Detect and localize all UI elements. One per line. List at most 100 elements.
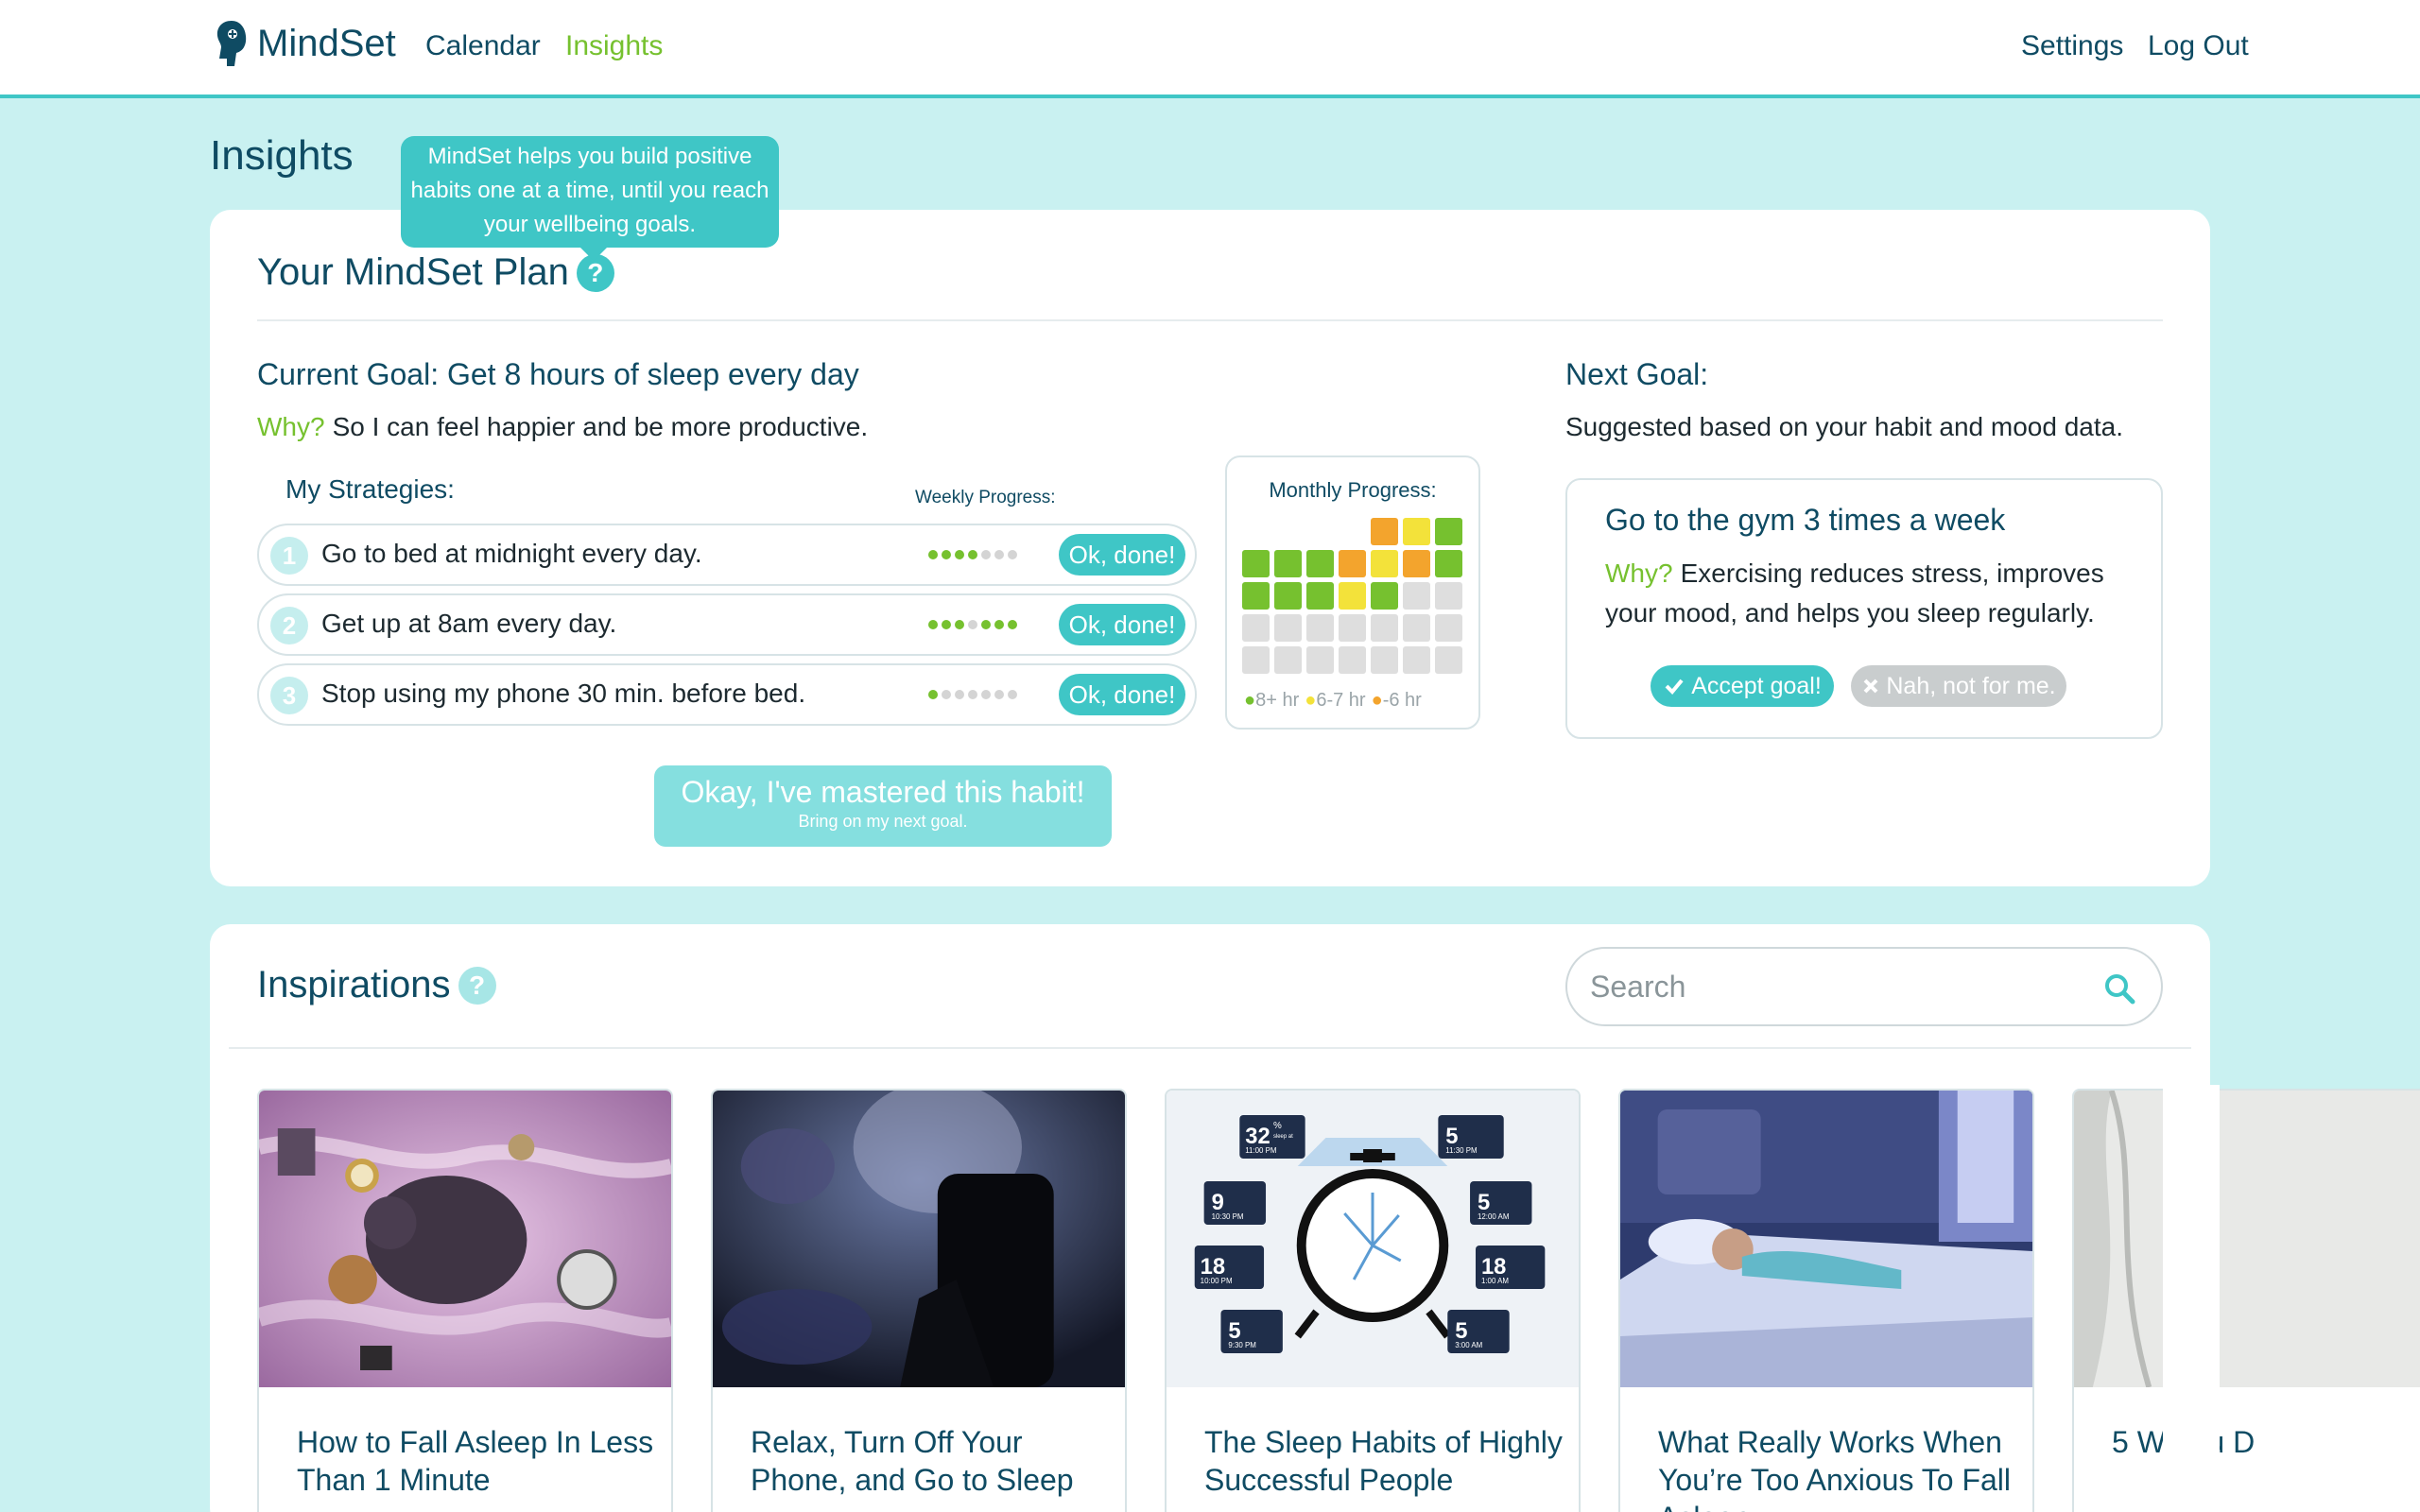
divider: [257, 319, 2163, 321]
monthly-day-cell: [1242, 646, 1270, 674]
progress-dot: [1008, 690, 1017, 699]
progress-dot: [955, 690, 964, 699]
brain-head-icon: [216, 21, 247, 66]
strategy-number: 3: [270, 677, 308, 714]
legend-low: -6 hr: [1382, 690, 1422, 711]
weekly-progress-dots: [928, 550, 1017, 559]
monthly-day-cell: [1371, 550, 1398, 577]
monthly-day-cell: [1403, 646, 1430, 674]
monthly-day-cell: [1371, 646, 1398, 674]
article-card[interactable]: 32 9 18 5 5 5 18 5 11:00 PM 10:30 PM 10:…: [1165, 1089, 1581, 1512]
monthly-day-cell: [1339, 646, 1366, 674]
monthly-legend: ●8+ hr ●6-7 hr ●-6 hr: [1244, 690, 1422, 712]
top-nav: MindSet Calendar Insights Settings Log O…: [0, 0, 2420, 98]
progress-dot: [1008, 620, 1017, 629]
current-goal: Current Goal: Get 8 hours of sleep every…: [257, 357, 859, 391]
monthly-day-cell: [1242, 582, 1270, 610]
mastered-habit-button[interactable]: Okay, I've mastered this habit! Bring on…: [654, 765, 1112, 847]
infographic-value: 18: [1201, 1254, 1225, 1280]
brand-logo[interactable]: MindSet: [214, 17, 396, 70]
monthly-day-cell: [1274, 518, 1302, 545]
legend-dot-green: ●: [1244, 690, 1256, 711]
progress-dot: [981, 550, 991, 559]
article-image-sleep-infographic: 32 9 18 5 5 5 18 5 11:00 PM 10:30 PM 10:…: [1167, 1091, 1579, 1387]
monthly-day-cell: [1242, 550, 1270, 577]
why-label: Why?: [1605, 558, 1673, 588]
nav-logout[interactable]: Log Out: [2148, 30, 2249, 62]
plan-title: Your MindSet Plan ?: [257, 251, 614, 294]
infographic-time: 11:30 PM: [1445, 1146, 1477, 1155]
nav-settings[interactable]: Settings: [2021, 30, 2123, 62]
monthly-day-cell: [1435, 582, 1462, 610]
next-goal-card: Go to the gym 3 times a week Why? Exercis…: [1565, 478, 2163, 739]
next-goal-subtitle: Suggested based on your habit and mood d…: [1565, 412, 2123, 441]
legend-mid: 6-7 hr: [1316, 690, 1366, 711]
legend-dot-orange: ●: [1371, 690, 1383, 711]
search-input[interactable]: [1590, 962, 2082, 1011]
article-card[interactable]: How to Fall Asleep In Less Than 1 Minute: [257, 1089, 673, 1512]
nav-calendar[interactable]: Calendar: [425, 30, 541, 62]
monthly-day-cell: [1435, 550, 1462, 577]
search-box: [1565, 947, 2163, 1026]
monthly-day-cell: [1435, 646, 1462, 674]
progress-dot: [955, 620, 964, 629]
monthly-day-cell: [1274, 550, 1302, 577]
article-image-bedroom: [1620, 1091, 2032, 1387]
plan-help-tooltip: MindSet helps you build positive habits …: [401, 136, 779, 261]
accept-goal-button[interactable]: Accept goal!: [1651, 665, 1834, 707]
monthly-day-cell: [1242, 518, 1270, 545]
ok-done-button[interactable]: Ok, done!: [1059, 674, 1185, 715]
why-label: Why?: [257, 412, 325, 441]
progress-dot: [968, 690, 977, 699]
article-card[interactable]: What Really Works When You’re Too Anxiou…: [1618, 1089, 2034, 1512]
search-icon[interactable]: [2102, 971, 2136, 1005]
infographic-value: 9: [1212, 1190, 1224, 1215]
infographic-time: 3:00 AM: [1455, 1341, 1482, 1349]
progress-dot: [942, 550, 951, 559]
article-title: What Really Works When You’re Too Anxiou…: [1658, 1425, 2011, 1512]
help-icon[interactable]: ?: [458, 966, 496, 1005]
strategies-label: My Strategies:: [285, 474, 455, 504]
article-card[interactable]: 5 W You D: [2072, 1089, 2420, 1512]
monthly-day-cell: [1274, 582, 1302, 610]
progress-dot: [994, 620, 1004, 629]
monthly-day-cell: [1306, 518, 1334, 545]
decline-goal-button[interactable]: Nah, not for me.: [1851, 665, 2066, 707]
monthly-day-cell: [1403, 582, 1430, 610]
article-title: Relax, Turn Off Your Phone, and Go to Sl…: [751, 1425, 1074, 1497]
monthly-day-cell: [1435, 518, 1462, 545]
infographic-value: 5: [1445, 1124, 1458, 1149]
article-card[interactable]: Relax, Turn Off Your Phone, and Go to Sl…: [711, 1089, 1127, 1512]
next-goal-title: Go to the gym 3 times a week: [1605, 503, 2006, 537]
monthly-day-cell: [1371, 582, 1398, 610]
mastered-sub-label: Bring on my next goal.: [798, 812, 968, 831]
strategy-text: Go to bed at midnight every day.: [321, 539, 702, 568]
decline-goal-label: Nah, not for me.: [1886, 672, 2056, 699]
monthly-day-cell: [1403, 518, 1430, 545]
infographic-time: 11:00 PM: [1245, 1146, 1276, 1155]
strategy-text: Get up at 8am every day.: [321, 609, 617, 638]
ok-done-button[interactable]: Ok, done!: [1059, 604, 1185, 645]
weekly-progress-dots: [928, 690, 1017, 699]
ok-done-button[interactable]: Ok, done!: [1059, 534, 1185, 576]
progress-dot: [928, 550, 938, 559]
progress-dot: [981, 690, 991, 699]
progress-dot: [1008, 550, 1017, 559]
progress-dot: [968, 550, 977, 559]
article-image-cat-clocks: [259, 1091, 671, 1387]
why-text: Exercising reduces stress, improves your…: [1605, 558, 2104, 627]
monthly-day-cell: [1306, 646, 1334, 674]
nav-insights[interactable]: Insights: [565, 30, 663, 62]
infographic-time: 1:00 AM: [1481, 1277, 1509, 1285]
monthly-day-cell: [1371, 614, 1398, 642]
carousel-clip: [2163, 1085, 2220, 1512]
monthly-progress: Monthly Progress: ●8+ hr ●6-7 hr ●-6 hr: [1225, 455, 1480, 730]
infographic-time: 12:00 AM: [1478, 1212, 1509, 1221]
monthly-day-cell: [1306, 582, 1334, 610]
monthly-day-cell: [1371, 518, 1398, 545]
infographic-value: 18: [1481, 1254, 1506, 1280]
progress-dot: [928, 690, 938, 699]
infographic-value: 5: [1478, 1190, 1490, 1215]
infographic-value: 32: [1245, 1124, 1270, 1149]
monthly-day-cell: [1403, 614, 1430, 642]
